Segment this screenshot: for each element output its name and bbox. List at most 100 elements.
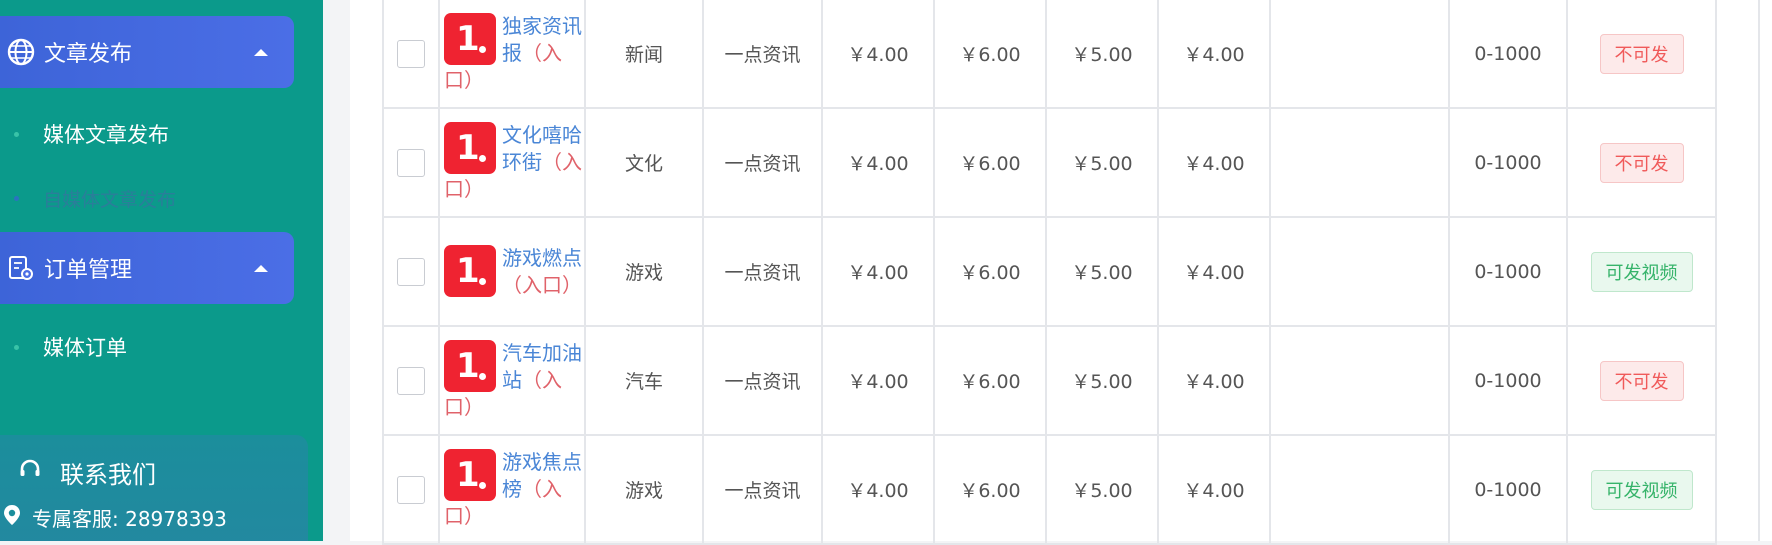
price-cell-4: ￥4.00: [1157, 434, 1271, 545]
sidebar-group-article-publish[interactable]: 文章发布: [0, 16, 294, 88]
media-name[interactable]: 游戏焦点: [502, 450, 582, 474]
status-badge: 不可发: [1599, 360, 1684, 401]
table-row: 1 游戏燃点 （入口） 游戏 一点资讯 ￥4.00 ￥6.00 ￥5.00 ￥4.00 0-100…: [382, 216, 1717, 327]
sidebar-item-self-media-article[interactable]: 自媒体文章发布: [0, 173, 294, 223]
media-name-cell: 1 汽车加油 站（入口）: [438, 325, 586, 436]
extra-cell: [1269, 434, 1450, 545]
status-cell: 不可发: [1566, 325, 1717, 436]
range-cell: 0-1000: [1448, 434, 1568, 545]
media-name-cont[interactable]: 环街: [502, 150, 542, 174]
chevron-up-icon: [254, 264, 268, 272]
checkbox-cell: [382, 434, 440, 545]
price-cell-2: ￥6.00: [933, 325, 1047, 436]
media-name-cell: 1 文化嘻哈 环街（入口）: [438, 107, 586, 218]
extra-cell: [1269, 107, 1450, 218]
status-badge: 可发视频: [1590, 469, 1693, 510]
media-link[interactable]: 1 独家资讯 报（入口）: [444, 13, 584, 94]
contact-title-text: 联系我们: [60, 461, 156, 489]
price-cell-4: ￥4.00: [1157, 216, 1271, 327]
checkbox-cell: [382, 216, 440, 327]
price-cell-1: ￥4.00: [821, 107, 935, 218]
media-name[interactable]: 独家资讯: [502, 14, 582, 38]
media-table: 1 独家资讯 报（入口） 新闻 一点资讯 ￥4.00 ￥6.00 ￥5.00 ￥4.00 0-10…: [382, 0, 1717, 545]
table-row: 1 汽车加油 站（入口） 汽车 一点资讯 ￥4.00 ￥6.00 ￥5.00 ￥4.00 0-10…: [382, 325, 1717, 436]
platform-cell: 一点资讯: [702, 107, 823, 218]
price-cell-2: ￥6.00: [933, 0, 1047, 109]
range-cell: 0-1000: [1448, 325, 1568, 436]
chevron-up-icon: [254, 48, 268, 56]
media-name[interactable]: 汽车加油: [502, 341, 582, 365]
order-settings-icon: [6, 253, 36, 283]
media-link[interactable]: 1 游戏焦点 榜（入口）: [444, 449, 584, 530]
media-link[interactable]: 1 游戏燃点 （入口）: [444, 244, 584, 299]
status-cell: 不可发: [1566, 107, 1717, 218]
checkbox-cell: [382, 107, 440, 218]
range-cell: 0-1000: [1448, 216, 1568, 327]
sidebar-group-title: 订单管理: [44, 258, 133, 283]
table-row: 1 游戏焦点 榜（入口） 游戏 一点资讯 ￥4.00 ￥6.00 ￥5.00 ￥4.00 0-10…: [382, 434, 1717, 545]
platform-cell: 一点资讯: [702, 0, 823, 109]
sidebar-item-label: 自媒体文章发布: [43, 188, 177, 211]
sidebar: 文章发布 媒体文章发布 自媒体文章发布 订单管理 媒体订单 联系我们 专属客服:…: [0, 0, 323, 541]
status-cell: 可发视频: [1566, 434, 1717, 545]
table-row: 1 独家资讯 报（入口） 新闻 一点资讯 ￥4.00 ￥6.00 ￥5.00 ￥4.00 0-10…: [382, 0, 1717, 109]
contact-service-line: 专属客服: 28978393: [2, 503, 227, 532]
bullet-dot-icon: [14, 131, 19, 137]
entry-link[interactable]: （入口）: [502, 273, 582, 297]
row-checkbox[interactable]: [397, 475, 425, 504]
yidian-logo-icon: 1: [444, 340, 496, 392]
media-name-cont[interactable]: 报: [502, 41, 522, 65]
media-link[interactable]: 1 汽车加油 站（入口）: [444, 340, 584, 421]
sidebar-item-label: 媒体订单: [43, 336, 127, 360]
price-cell-1: ￥4.00: [821, 434, 935, 545]
row-checkbox[interactable]: [397, 366, 425, 395]
bullet-dot-icon: [14, 195, 19, 201]
media-link[interactable]: 1 文化嘻哈 环街（入口）: [444, 122, 584, 203]
yidian-logo-icon: 1: [444, 449, 496, 501]
platform-cell: 一点资讯: [702, 434, 823, 545]
price-cell-4: ￥4.00: [1157, 325, 1271, 436]
location-pin-icon: [2, 504, 22, 531]
media-name[interactable]: 游戏燃点: [502, 246, 582, 270]
category-cell: 汽车: [584, 325, 704, 436]
media-name[interactable]: 文化嘻哈: [502, 123, 582, 147]
headset-icon: [18, 458, 42, 488]
bullet-dot-icon: [14, 344, 19, 350]
yidian-logo-icon: 1: [444, 13, 496, 65]
platform-cell: 一点资讯: [702, 216, 823, 327]
media-name-cell: 1 游戏焦点 榜（入口）: [438, 434, 586, 545]
price-cell-2: ￥6.00: [933, 216, 1047, 327]
price-cell-1: ￥4.00: [821, 325, 935, 436]
media-name-cell: 1 独家资讯 报（入口）: [438, 0, 586, 109]
platform-cell: 一点资讯: [702, 325, 823, 436]
row-checkbox[interactable]: [397, 148, 425, 177]
sidebar-group-order-management[interactable]: 订单管理: [0, 232, 294, 304]
extra-cell: [1269, 216, 1450, 327]
price-cell-4: ￥4.00: [1157, 0, 1271, 109]
price-cell-2: ￥6.00: [933, 107, 1047, 218]
range-cell: 0-1000: [1448, 0, 1568, 109]
table-right-border: [1758, 0, 1760, 541]
price-cell-3: ￥5.00: [1045, 216, 1159, 327]
sidebar-item-media-article[interactable]: 媒体文章发布: [0, 109, 294, 159]
sidebar-item-media-orders[interactable]: 媒体订单: [0, 322, 294, 372]
media-name-cont[interactable]: 榜: [502, 477, 522, 501]
row-checkbox[interactable]: [397, 39, 425, 68]
checkbox-cell: [382, 0, 440, 109]
row-checkbox[interactable]: [397, 257, 425, 286]
contact-title: 联系我们: [18, 455, 156, 490]
media-name-cont[interactable]: 站: [502, 368, 522, 392]
price-cell-3: ￥5.00: [1045, 434, 1159, 545]
status-badge: 不可发: [1599, 142, 1684, 183]
price-cell-1: ￥4.00: [821, 216, 935, 327]
sidebar-group-title: 文章发布: [44, 42, 133, 67]
price-cell-4: ￥4.00: [1157, 107, 1271, 218]
status-cell: 可发视频: [1566, 216, 1717, 327]
price-cell-3: ￥5.00: [1045, 0, 1159, 109]
extra-cell: [1269, 325, 1450, 436]
extra-cell: [1269, 0, 1450, 109]
category-cell: 游戏: [584, 216, 704, 327]
status-cell: 不可发: [1566, 0, 1717, 109]
checkbox-cell: [382, 325, 440, 436]
sidebar-item-label: 媒体文章发布: [43, 123, 169, 147]
